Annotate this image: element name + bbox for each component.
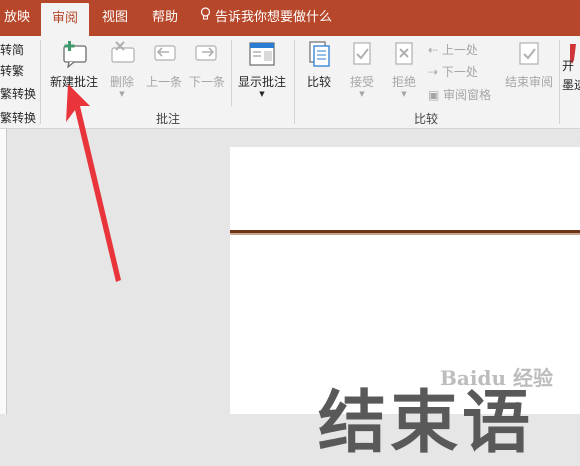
delete-comment-button[interactable]: 删除 ▼ xyxy=(104,40,140,98)
ink-label-2: 墨迹 xyxy=(562,78,580,92)
next-change-button[interactable]: ⇢ 下一处 xyxy=(428,62,478,82)
reject-button[interactable]: 拒绝 ▼ xyxy=(387,40,421,98)
dropdown-caret-icon: ▼ xyxy=(359,90,365,98)
tab-view[interactable]: 视图 xyxy=(94,0,136,36)
dropdown-caret-icon: ▼ xyxy=(119,90,125,98)
watermark: Baidu 经验 xyxy=(440,366,553,390)
group-divider xyxy=(559,40,560,124)
tell-me-search[interactable]: 告诉我你想要做什么 xyxy=(200,0,340,36)
reject-icon xyxy=(395,42,413,65)
button-divider xyxy=(231,40,232,106)
show-comments-icon xyxy=(249,42,275,66)
accept-button[interactable]: 接受 ▼ xyxy=(345,40,379,98)
next-change-icon: ⇢ xyxy=(428,65,439,79)
compare-icon xyxy=(309,41,330,67)
compare-button[interactable]: 比较 xyxy=(300,40,338,90)
previous-comment-button[interactable]: 上一条 xyxy=(144,40,184,90)
reviewing-pane-icon: ▣ xyxy=(428,88,440,102)
next-label: 下一条 xyxy=(188,75,225,89)
group-divider xyxy=(294,40,295,124)
dropdown-caret-icon: ▼ xyxy=(401,90,407,98)
delete-label: 删除 xyxy=(109,75,134,89)
conversion-button[interactable]: 繁转换 xyxy=(0,84,36,104)
previous-change-button[interactable]: ⇠ 上一处 xyxy=(428,40,478,60)
new-comment-button[interactable]: 新建批注 xyxy=(48,40,100,90)
accept-icon xyxy=(353,42,371,65)
new-comment-icon xyxy=(63,41,87,69)
next-change-label: 下一处 xyxy=(441,65,478,79)
accept-label: 接受 xyxy=(349,75,374,89)
end-review-label: 结束审阅 xyxy=(504,75,553,89)
show-comments-label: 显示批注 xyxy=(237,75,286,89)
reviewing-pane-label: 审阅窗格 xyxy=(443,88,492,102)
previous-change-label: 上一处 xyxy=(441,43,478,57)
dropdown-caret-icon: ▼ xyxy=(259,90,265,98)
tab-slideshow[interactable]: 放映 xyxy=(0,0,34,36)
new-comment-label: 新建批注 xyxy=(49,75,98,89)
traditional-button[interactable]: 转繁 xyxy=(0,61,24,81)
show-comments-button[interactable]: 显示批注 ▼ xyxy=(235,40,289,98)
reviewing-pane-button[interactable]: ▣ 审阅窗格 xyxy=(428,85,491,105)
thumbnail-pane[interactable] xyxy=(0,129,7,414)
previous-label: 上一条 xyxy=(145,75,182,89)
delete-comment-icon xyxy=(111,41,135,63)
ribbon-tab-bar: 放映 审阅 视图 帮助 告诉我你想要做什么 xyxy=(0,0,580,36)
comments-group-label: 批注 xyxy=(156,112,181,126)
previous-change-icon: ⇠ xyxy=(428,43,439,57)
slide-title-divider-shadow xyxy=(230,233,580,235)
compare-label: 比较 xyxy=(306,75,331,89)
tab-review[interactable]: 审阅 xyxy=(41,3,89,36)
lightbulb-icon xyxy=(200,0,211,36)
previous-comment-icon xyxy=(154,45,176,61)
reject-label: 拒绝 xyxy=(391,75,416,89)
tab-help[interactable]: 帮助 xyxy=(143,0,187,36)
next-comment-button[interactable]: 下一条 xyxy=(187,40,227,90)
simplified-button[interactable]: 转简 xyxy=(0,40,24,60)
next-comment-icon xyxy=(195,45,217,61)
group-divider xyxy=(40,40,41,124)
tell-me-text: 告诉我你想要做什么 xyxy=(215,10,333,25)
compare-group-label: 比较 xyxy=(414,112,439,126)
end-review-button[interactable]: 结束审阅 xyxy=(503,40,555,90)
ribbon: 转简 转繁 繁转换 繁转换 新建批注 删除 ▼ 上一条 下一条 显示批注 ▼ 批… xyxy=(0,36,580,129)
start-inking-button[interactable]: 开 墨迹 xyxy=(562,40,580,93)
conversion-group-label: 繁转换 xyxy=(0,111,37,125)
end-review-icon xyxy=(519,42,539,65)
